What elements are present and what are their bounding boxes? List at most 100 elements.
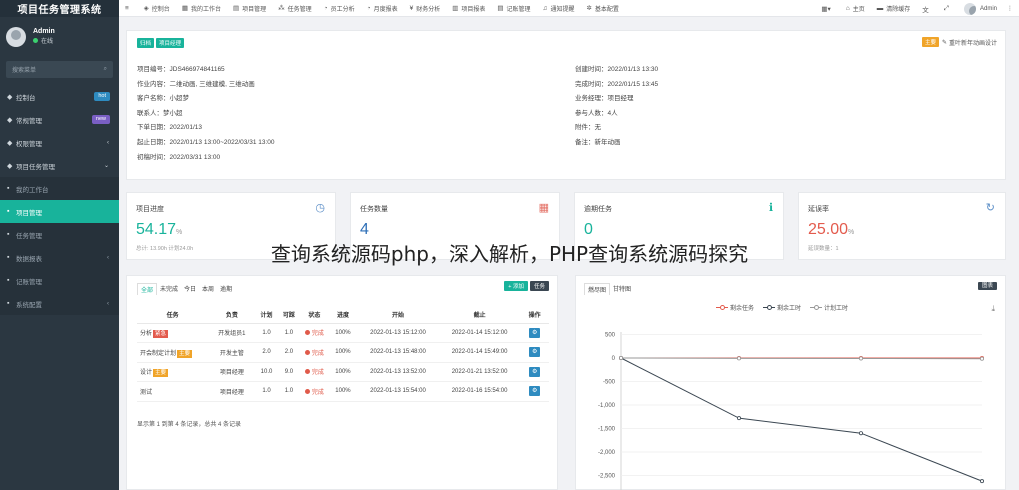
view-button[interactable]: ⚙ <box>529 327 541 338</box>
top-nav-5[interactable]: ◔ 员工分析 <box>318 0 361 17</box>
y-tick-label: -2,000 <box>598 450 616 456</box>
column-header[interactable]: 操作 <box>520 306 549 324</box>
sidebar-item-8[interactable]: ▪ 记账管理 <box>0 269 119 292</box>
task-tab-4[interactable]: 逾期 <box>217 283 235 295</box>
dashboard-icon: ◈ <box>143 5 149 12</box>
top-tool-3[interactable]: 文 <box>916 0 938 17</box>
sidebar-item-3[interactable]: ◆ 项目任务管理 ⌄ <box>0 154 119 177</box>
add-task-button[interactable]: + 添加 <box>504 281 528 291</box>
top-tool-2[interactable]: ▬ 清除缓存 <box>871 0 917 17</box>
task-actions: ⚙ <box>520 362 549 382</box>
top-nav-2[interactable]: ▦ 我的工作台 <box>176 0 227 17</box>
table-row[interactable]: 测试 项目经理 1.0 1.0 完成 100% 2022-01-13 15:54:00 202… <box>137 381 549 402</box>
grid-dropdown-icon: ▦▾ <box>821 5 831 13</box>
column-header[interactable]: 状态 <box>300 306 329 324</box>
top-nav-11[interactable]: ✲ 基本配置 <box>580 0 624 17</box>
task-progress: 100% <box>328 342 358 363</box>
data-point[interactable] <box>736 416 741 421</box>
top-nav-0[interactable]: ≡ <box>119 0 138 17</box>
menu-search-placeholder: 搜索菜单 <box>12 68 37 74</box>
task-name[interactable]: 设计 <box>140 370 152 376</box>
status-text: 完成 <box>311 331 324 338</box>
task-progress: 100% <box>328 362 358 382</box>
top-nav-8[interactable]: ▥ 项目报表 <box>446 0 491 17</box>
sidebar-item-0[interactable]: ◆ 控制台 hot <box>0 85 119 108</box>
project-remind[interactable]: 主要 ✎ 重叶新年动画设计 <box>921 37 997 47</box>
data-point[interactable] <box>979 479 984 484</box>
stat-title: 任务数量 <box>360 206 388 213</box>
column-header[interactable]: 计划 <box>255 306 278 324</box>
task-name-cell: 分析 紧急 <box>137 323 209 343</box>
column-header[interactable]: 负责 <box>208 306 256 324</box>
admin-menu[interactable]: Admin ⋮ <box>958 0 1019 17</box>
top-nav-9[interactable]: ▤ 记账管理 <box>491 0 536 17</box>
dashboard-icon: ◆ <box>7 93 13 101</box>
sidebar-badge: hot <box>94 92 110 101</box>
burndown-chart: 500 0 -500 -1,000 -1,500 -2,000 -2,500 <box>598 332 984 490</box>
column-header[interactable]: 截止 <box>438 306 521 324</box>
sidebar-item-7[interactable]: ▪ 数据报表 ‹ <box>0 246 119 269</box>
table-row[interactable]: 分析 紧急 开发组员1 1.0 1.0 完成 100% 2022-01-13 15:12:00… <box>137 323 549 343</box>
top-nav-6[interactable]: ◔ 月度报表 <box>361 0 404 17</box>
column-header[interactable]: 可踩 <box>277 306 301 324</box>
avatar[interactable] <box>6 27 26 47</box>
top-nav-3[interactable]: ▤ 项目管理 <box>227 0 272 17</box>
sitemap-icon: ⁂ <box>278 5 285 12</box>
task-owner: 开发主管 <box>208 342 256 363</box>
data-point[interactable] <box>979 356 984 361</box>
task-tab-1[interactable]: 未完成 <box>157 283 181 295</box>
sidebar-item-6[interactable]: ▪ 任务管理 <box>0 223 119 246</box>
home-icon: ⌂ <box>845 5 850 12</box>
stat-title: 项目进度 <box>136 206 164 213</box>
bell-icon: ♫ <box>542 4 548 12</box>
top-nav-10[interactable]: ♫ 通知提醒 <box>537 0 581 17</box>
project-field: 初稿时间：2022/03/31 13:00 <box>137 153 221 161</box>
task-menu-button[interactable]: 任务 <box>529 281 549 291</box>
task-tab-2[interactable]: 今日 <box>181 283 199 295</box>
sidebar-item-9[interactable]: ▪ 系统配置 ‹ <box>0 292 119 315</box>
table-row[interactable]: 开会制定计划 主要 开发主管 2.0 2.0 完成 100% 2022-01-13 15:48… <box>137 342 549 363</box>
sidebar-item-2[interactable]: ◆ 权限管理 ‹ <box>0 131 119 154</box>
view-button[interactable]: ⚙ <box>529 347 541 358</box>
view-button[interactable]: ⚙ <box>529 366 541 377</box>
project-field: 参与人数：4人 <box>575 109 618 117</box>
sidebar-item-label: 系统配置 <box>16 301 42 309</box>
task-name[interactable]: 开会制定计划 <box>140 351 176 357</box>
top-tool-4[interactable]: ⤢ <box>938 0 958 17</box>
trash-icon: ▬ <box>876 5 884 12</box>
task-tab-0[interactable]: 全部 <box>137 283 158 295</box>
data-point[interactable] <box>619 356 624 361</box>
top-tool-0[interactable]: ▦▾ <box>815 0 839 17</box>
top-right-tools: ▦▾ ⌂ 主页 ▬ 清除缓存文 ⤢ Admin ⋮ <box>815 0 1019 17</box>
top-nav-7[interactable]: ¥ 财务分析 <box>404 0 447 17</box>
sidebar-item-1[interactable]: ◆ 常规管理 new <box>0 108 119 131</box>
y-tick-label: -2,500 <box>598 474 616 480</box>
top-nav-label: 任务管理 <box>287 6 312 13</box>
more-icon[interactable]: ⋮ <box>1007 5 1013 12</box>
cogs-icon: ▪ <box>7 300 10 307</box>
column-header[interactable]: 开始 <box>357 306 439 324</box>
calendar-icon: ▪ <box>7 185 10 192</box>
column-header[interactable]: 进度 <box>328 306 358 324</box>
chevron-icon: ‹ <box>107 300 109 307</box>
data-point[interactable] <box>736 356 741 361</box>
top-nav-4[interactable]: ⁂ 任务管理 <box>272 0 318 17</box>
avatar <box>963 2 976 15</box>
sidebar-item-5[interactable]: ▪ 项目管理 <box>0 200 119 223</box>
task-name-cell: 开会制定计划 主要 <box>137 342 209 363</box>
task-tab-3[interactable]: 本周 <box>199 283 217 295</box>
sidebar-item-4[interactable]: ▪ 我的工作台 <box>0 177 119 200</box>
task-name[interactable]: 分析 <box>140 331 152 337</box>
data-point[interactable] <box>858 356 863 361</box>
data-point[interactable] <box>858 431 863 436</box>
task-name[interactable]: 测试 <box>140 390 152 396</box>
column-header[interactable]: 任务 <box>137 306 209 324</box>
menu-search-input[interactable]: 搜索菜单 ⌕ <box>6 61 113 78</box>
stat-card: 任务数量 4 ▦ <box>350 192 560 260</box>
view-button[interactable]: ⚙ <box>529 386 541 397</box>
menu-toggle-icon: ≡ <box>125 4 129 12</box>
top-nav-1[interactable]: ◈ 控制台 <box>138 0 176 17</box>
table-row[interactable]: 设计 主要 项目经理 10.0 9.0 完成 100% 2022-01-13 13:52:00… <box>137 362 549 382</box>
task-name-cell: 测试 <box>137 381 209 402</box>
top-tool-1[interactable]: ⌂ 主页 <box>840 0 871 17</box>
